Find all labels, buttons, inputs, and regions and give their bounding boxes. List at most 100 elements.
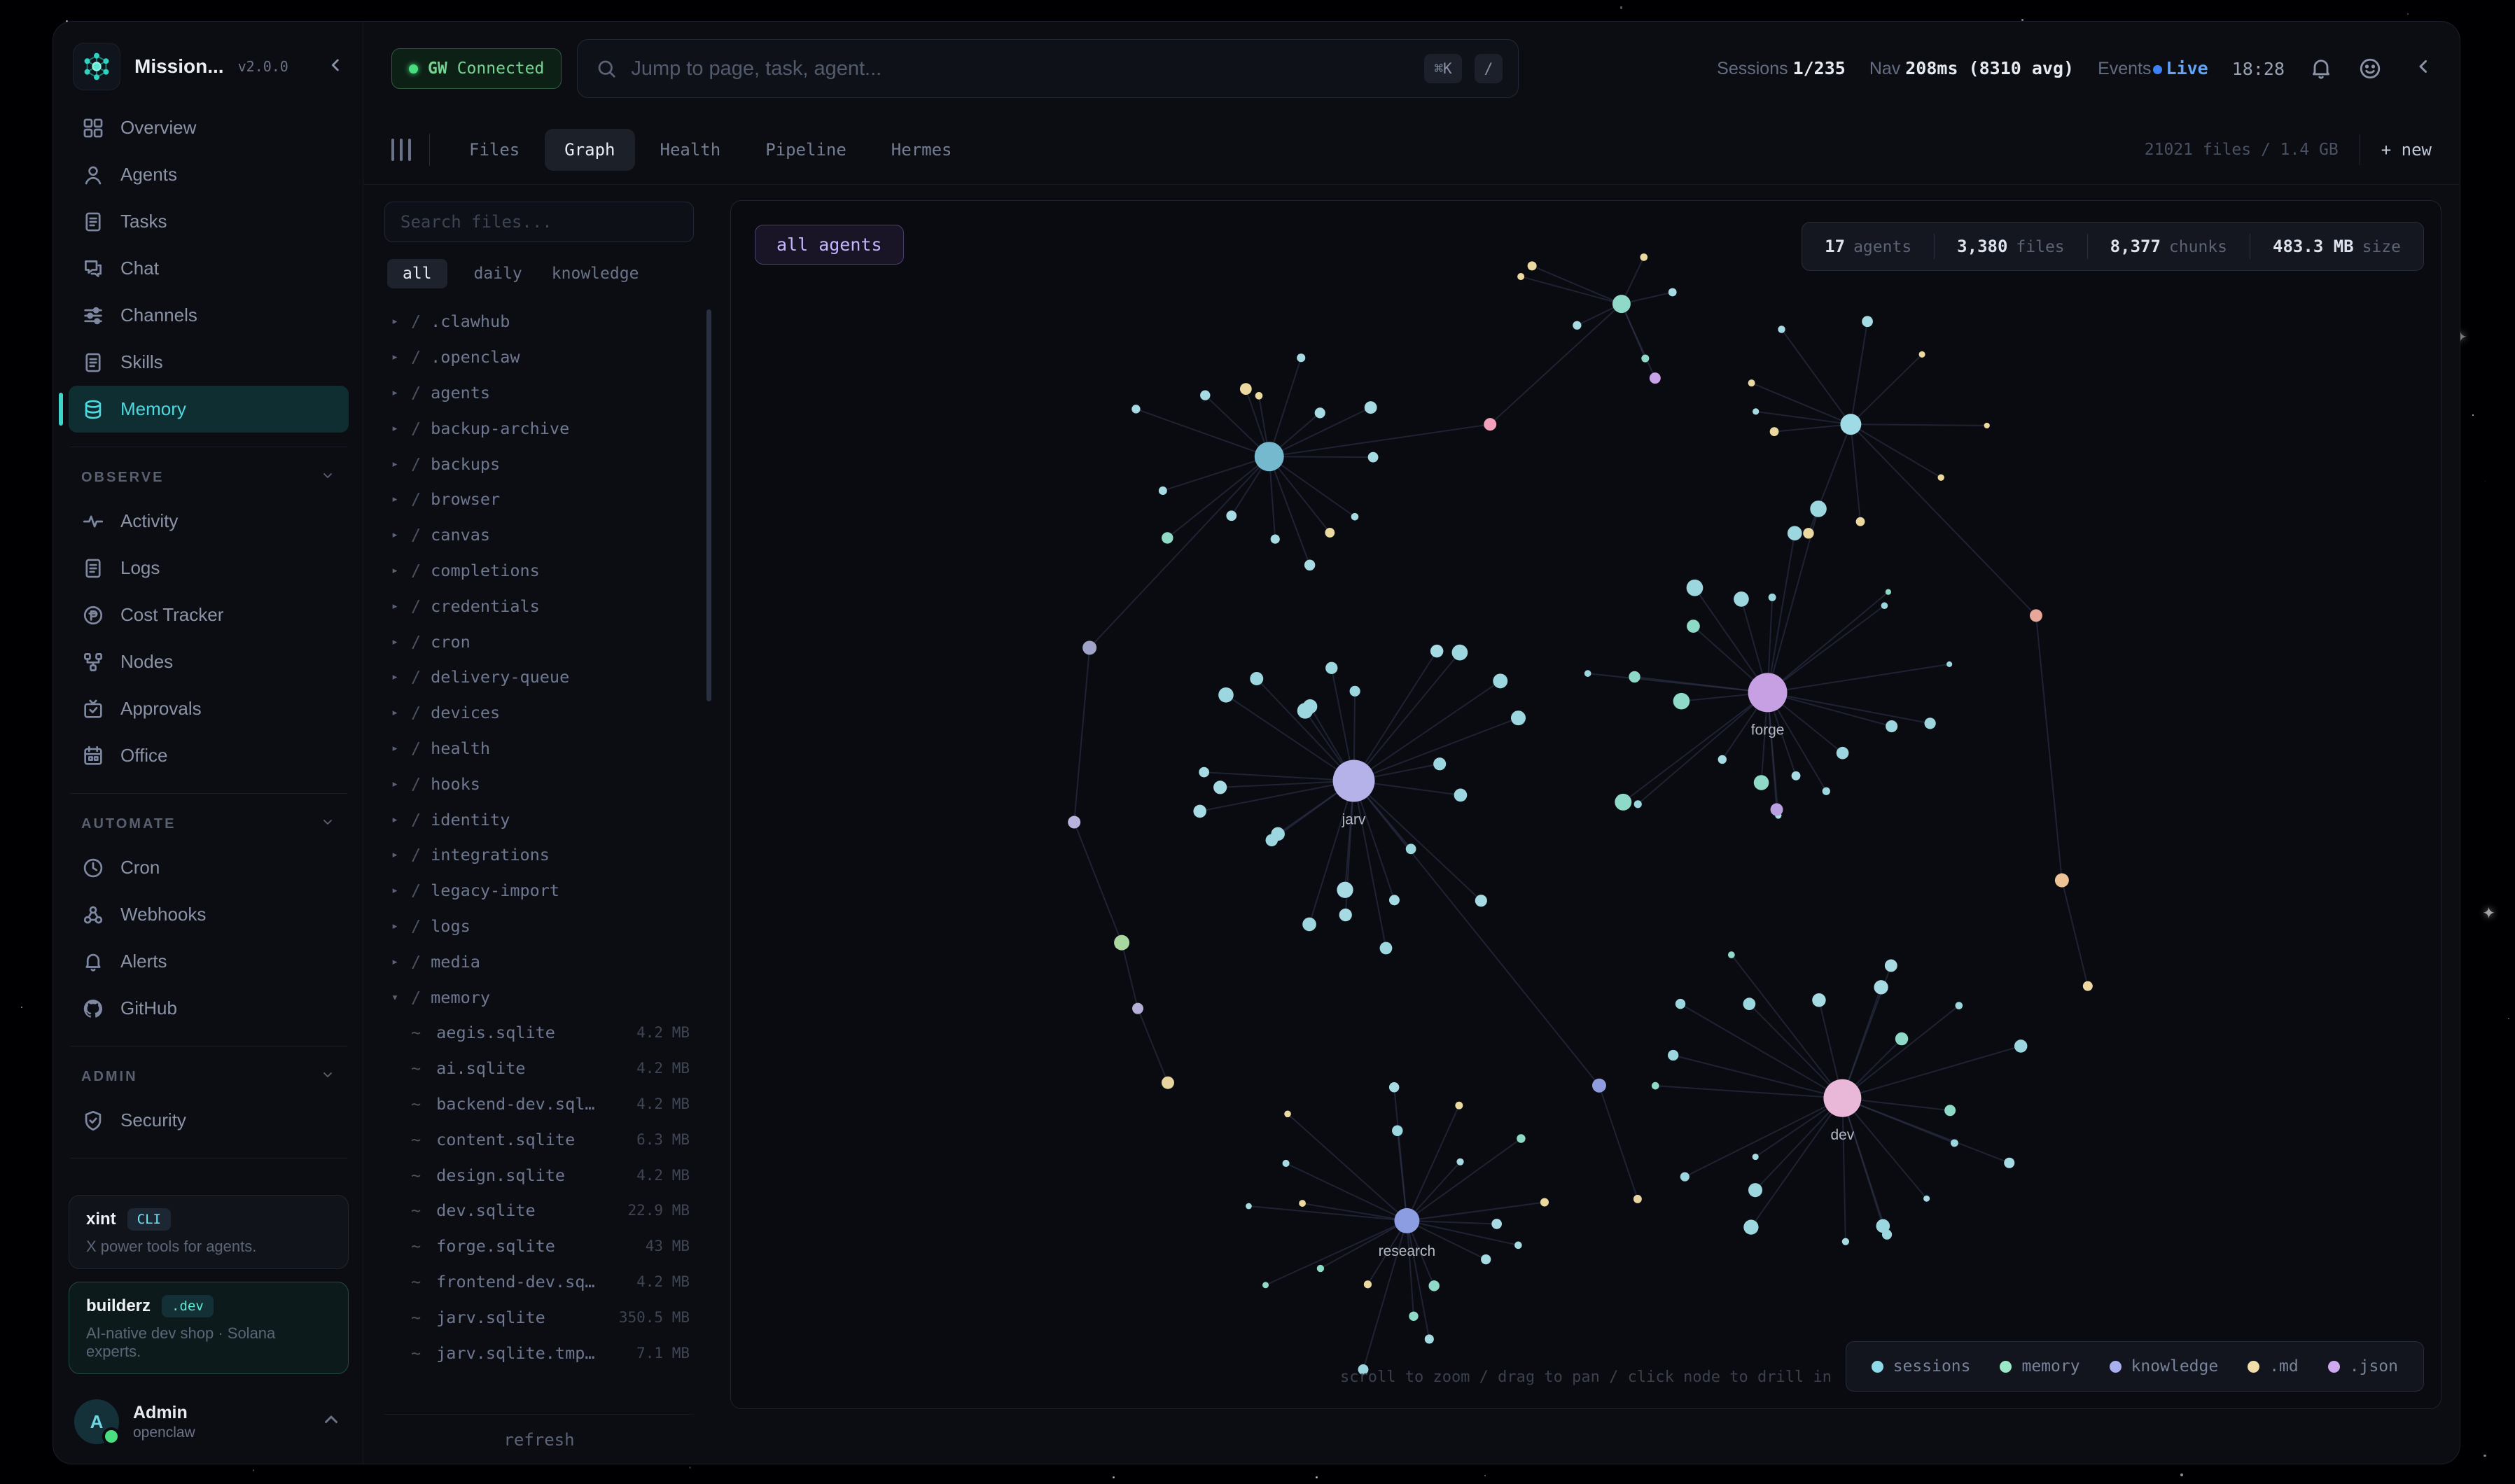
filter-pill-all[interactable]: all <box>387 259 447 288</box>
graph-node[interactable] <box>1481 1254 1491 1264</box>
columns-layout-icon[interactable] <box>391 139 411 161</box>
graph-node[interactable] <box>1350 686 1360 696</box>
graph-node[interactable] <box>1303 699 1318 714</box>
graph-node-green[interactable] <box>1114 935 1129 951</box>
refresh-button[interactable]: refresh <box>384 1414 694 1450</box>
graph-hub-forge[interactable] <box>1748 673 1788 712</box>
graph-node-lav2[interactable] <box>1132 1003 1143 1014</box>
graph-node[interactable] <box>2014 1040 2028 1053</box>
graph-node[interactable] <box>1304 559 1315 570</box>
graph-node[interactable] <box>1455 1102 1463 1110</box>
all-agents-chip[interactable]: all agents <box>755 225 904 265</box>
graph-node[interactable] <box>1226 510 1236 521</box>
tree-folder[interactable]: ▸/backup-archive <box>384 410 694 446</box>
graph-node[interactable] <box>1615 794 1631 811</box>
sidebar-item-nodes[interactable]: Nodes <box>69 638 349 685</box>
graph-node-lav1[interactable] <box>1068 816 1080 829</box>
agent-graph-panel[interactable]: jarvforgedevresearch all agents 17agents… <box>730 200 2441 1409</box>
sidebar-item-skills[interactable]: Skills <box>69 339 349 386</box>
graph-node-pyellow[interactable] <box>2083 981 2093 991</box>
filter-pill-daily[interactable]: daily <box>471 259 525 288</box>
tree-folder[interactable]: ▸/integrations <box>384 837 694 873</box>
tree-folder[interactable]: ▸/legacy-import <box>384 873 694 909</box>
graph-hub-jarv[interactable] <box>1333 760 1375 802</box>
graph-hub-research[interactable] <box>1394 1208 1419 1233</box>
graph-hub-hubA3[interactable] <box>1840 414 1861 435</box>
graph-node[interactable] <box>1528 261 1537 270</box>
tree-file[interactable]: ~frontend-dev.sq…4.2 MB <box>384 1264 694 1300</box>
graph-hub-hubA2[interactable] <box>1612 295 1631 313</box>
graph-node[interactable] <box>1984 423 1990 428</box>
tree-folder[interactable]: ▸/.clawhub <box>384 304 694 340</box>
promo-card-builderz[interactable]: builderz .dev AI-native dev shop · Solan… <box>69 1282 349 1374</box>
graph-node[interactable] <box>1392 1125 1402 1135</box>
sidebar-item-activity[interactable]: Activity <box>69 498 349 545</box>
tree-folder[interactable]: ▸/media <box>384 944 694 979</box>
sidebar-item-channels[interactable]: Channels <box>69 292 349 339</box>
graph-node[interactable] <box>1389 1082 1399 1092</box>
chevron-up-icon[interactable] <box>321 1410 342 1434</box>
chevron-down-icon[interactable] <box>319 1066 336 1087</box>
graph-node[interactable] <box>1641 355 1649 363</box>
tree-scrollbar[interactable] <box>706 309 711 701</box>
tree-folder[interactable]: ▸/delivery-queue <box>384 659 694 695</box>
graph-node[interactable] <box>1389 895 1400 905</box>
graph-node[interactable] <box>1728 951 1735 958</box>
tree-file[interactable]: ~design.sqlite4.2 MB <box>384 1157 694 1193</box>
graph-node[interactable] <box>1475 895 1487 906</box>
graph-node[interactable] <box>1803 528 1813 538</box>
sidebar-item-memory[interactable]: Memory <box>69 386 349 433</box>
graph-node[interactable] <box>1769 594 1776 601</box>
sidebar-item-approvals[interactable]: Approvals <box>69 685 349 732</box>
feedback-smiley-icon[interactable] <box>2357 56 2383 81</box>
graph-node[interactable] <box>1923 1196 1930 1202</box>
notifications-bell-icon[interactable] <box>2308 56 2334 81</box>
graph-node[interactable] <box>1778 326 1785 333</box>
tree-file[interactable]: ~forge.sqlite43 MB <box>384 1228 694 1264</box>
graph-node[interactable] <box>1881 602 1888 609</box>
tree-folder[interactable]: ▸/devices <box>384 695 694 731</box>
graph-node-salmon[interactable] <box>2030 609 2042 622</box>
global-search-input[interactable] <box>629 57 1412 81</box>
tree-folder[interactable]: ▸/credentials <box>384 588 694 624</box>
graph-node[interactable] <box>1368 452 1379 463</box>
graph-node[interactable] <box>1640 253 1647 261</box>
graph-node-y2[interactable] <box>1748 379 1755 386</box>
graph-node[interactable] <box>1842 1238 1849 1245</box>
graph-node-pink[interactable] <box>1484 418 1496 430</box>
sidebar-item-cost-tracker[interactable]: Cost Tracker <box>69 592 349 638</box>
tree-file[interactable]: ~ai.sqlite4.2 MB <box>384 1051 694 1086</box>
graph-node[interactable] <box>1687 620 1700 633</box>
graph-node[interactable] <box>1325 528 1335 538</box>
graph-node[interactable] <box>1810 500 1827 517</box>
graph-node[interactable] <box>1937 474 1944 480</box>
graph-node[interactable] <box>1944 1105 1956 1116</box>
graph-node[interactable] <box>1365 401 1377 414</box>
graph-node[interactable] <box>1200 390 1210 400</box>
graph-node[interactable] <box>1409 1312 1418 1321</box>
sidebar-collapse-icon[interactable] <box>326 55 346 78</box>
graph-node[interactable] <box>1584 670 1591 677</box>
graph-node-purple2[interactable] <box>1771 803 1783 816</box>
graph-node-purple[interactable] <box>1650 372 1661 384</box>
tree-folder[interactable]: ▸/browser <box>384 482 694 517</box>
graph-node[interactable] <box>1919 351 1925 358</box>
tab-pipeline[interactable]: Pipeline <box>746 129 866 171</box>
graph-node[interactable] <box>1266 834 1279 847</box>
new-button[interactable]: + new <box>2381 140 2432 160</box>
promo-card-xint[interactable]: xint CLI X power tools for agents. <box>69 1195 349 1269</box>
tree-folder[interactable]: ▸/agents <box>384 375 694 411</box>
graph-node[interactable] <box>1925 718 1936 729</box>
sidebar-item-agents[interactable]: Agents <box>69 151 349 198</box>
sidebar-item-logs[interactable]: Logs <box>69 545 349 592</box>
graph-node[interactable] <box>1262 1282 1269 1288</box>
graph-node-y4[interactable] <box>1633 1195 1642 1203</box>
graph-node[interactable] <box>1946 662 1952 667</box>
graph-node[interactable] <box>1675 999 1685 1009</box>
sidebar-item-overview[interactable]: Overview <box>69 104 349 151</box>
tab-graph[interactable]: Graph <box>545 129 634 171</box>
right-panel-collapse-icon[interactable] <box>2413 56 2434 82</box>
graph-hub-hubA[interactable] <box>1255 442 1284 471</box>
chevron-down-icon[interactable] <box>319 813 336 834</box>
graph-node[interactable] <box>1540 1198 1549 1206</box>
